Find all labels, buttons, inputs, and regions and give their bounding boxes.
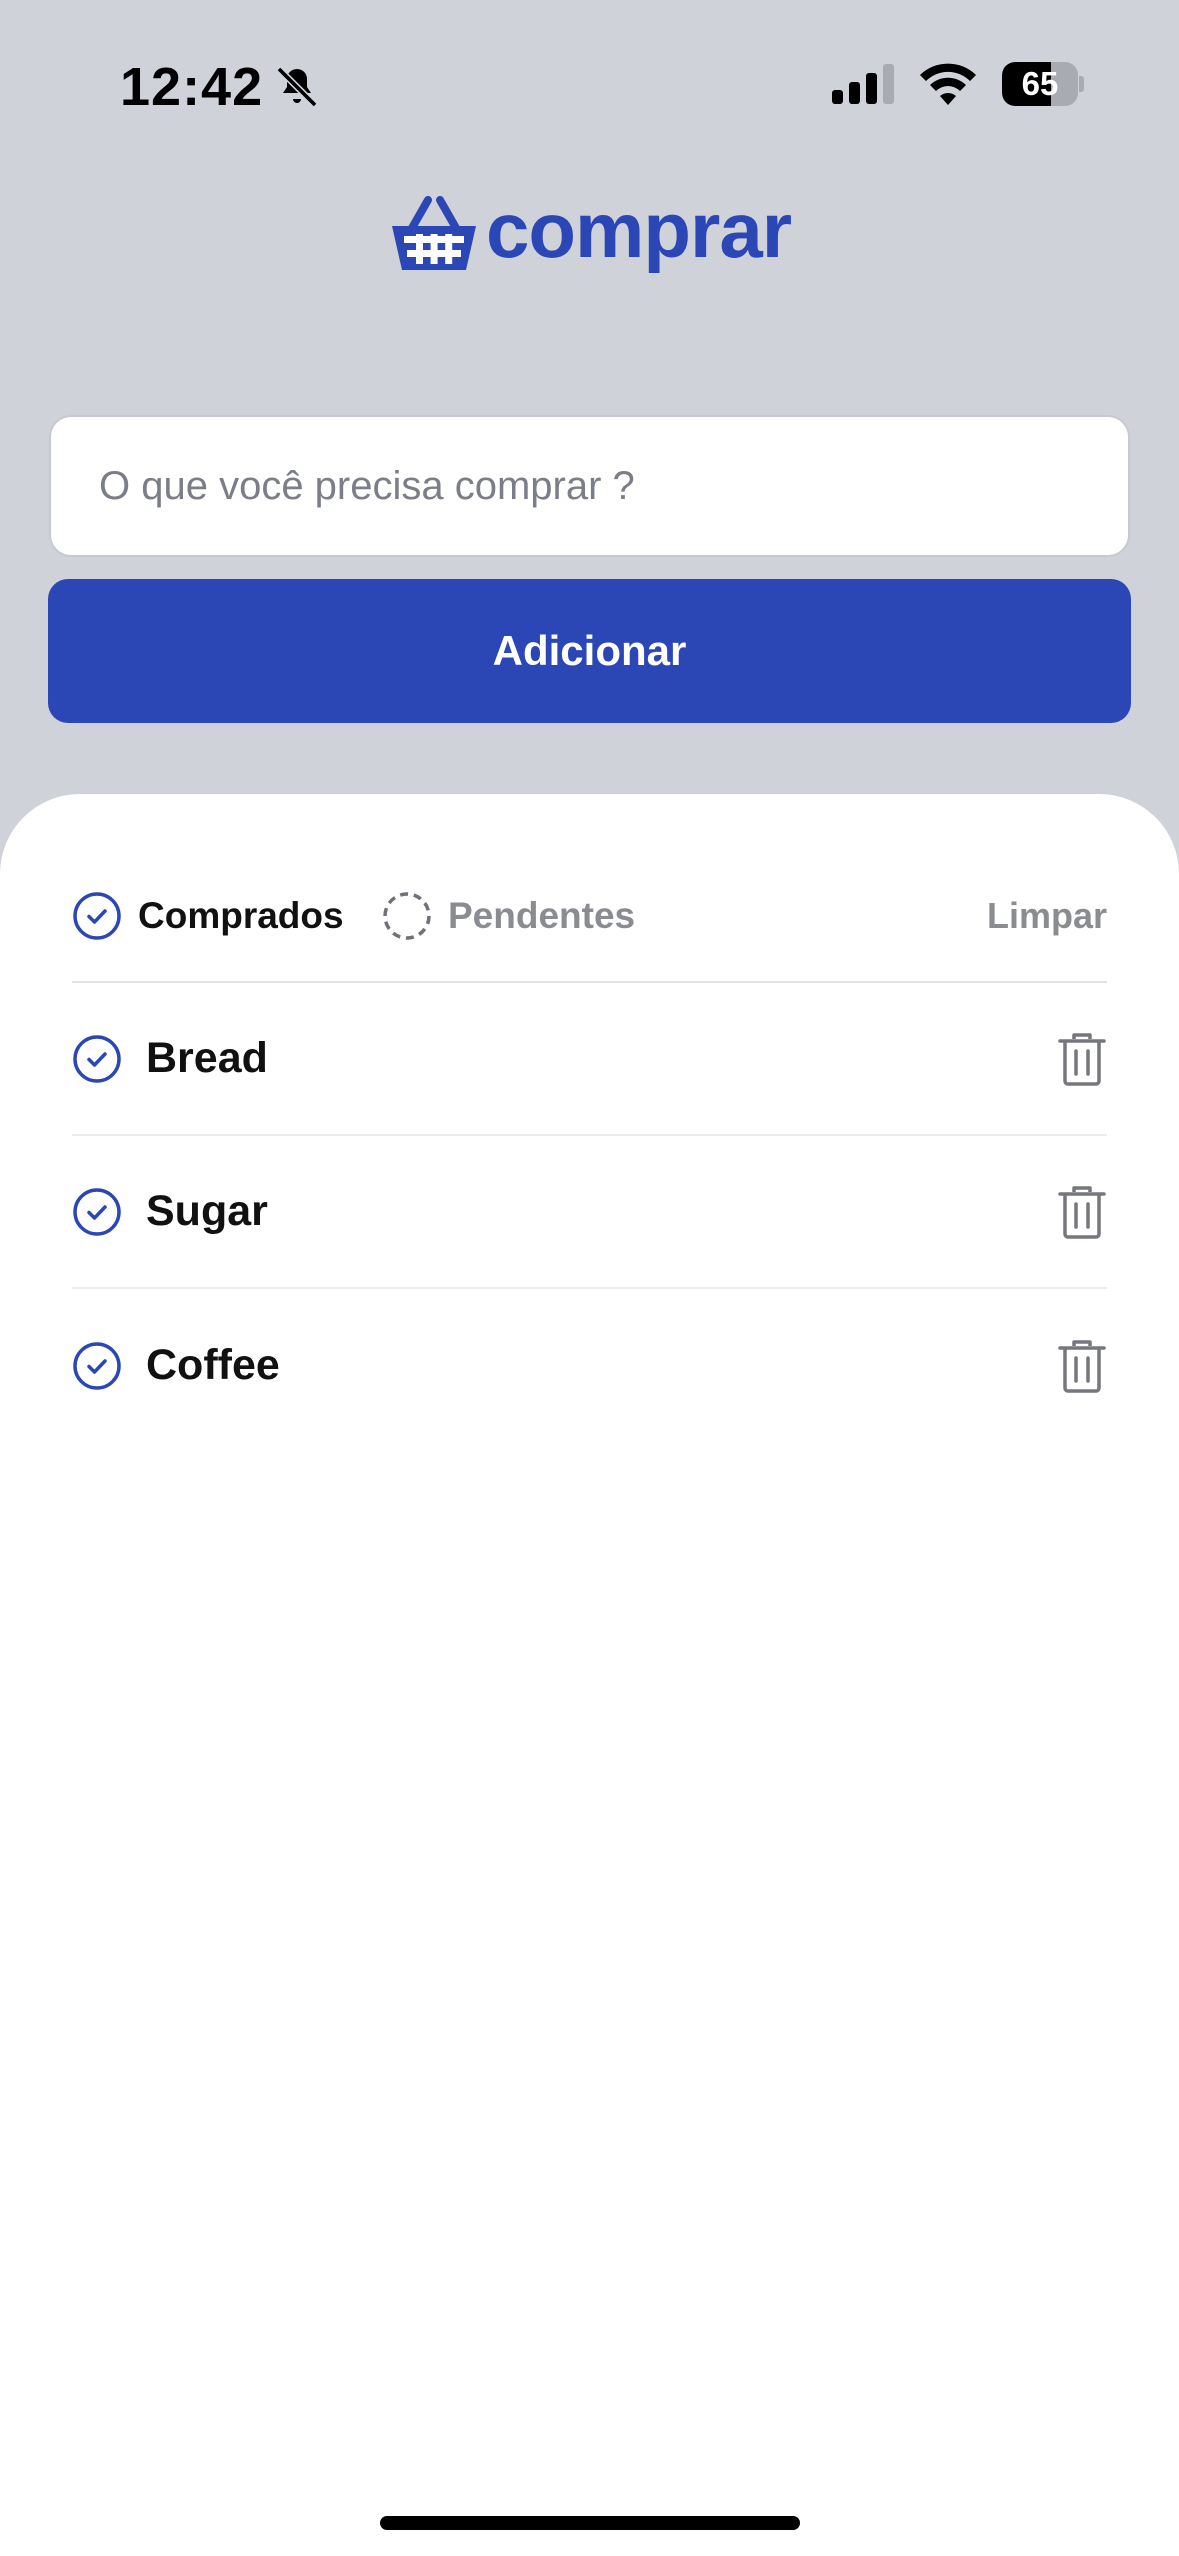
item-input[interactable] — [49, 415, 1130, 557]
item-name: Coffee — [146, 1341, 280, 1389]
filter-pending-label: Pendentes — [448, 895, 636, 936]
filter-bought-label: Comprados — [138, 895, 344, 936]
shopping-list-card: Comprados Pendentes Limpar Bread Sugar C… — [0, 794, 1179, 2556]
trash-icon[interactable] — [1057, 1184, 1107, 1240]
cellular-signal-icon — [832, 64, 894, 104]
status-indicators: 65 — [832, 62, 1084, 106]
list-item: Sugar — [72, 1136, 1107, 1289]
trash-icon[interactable] — [1057, 1338, 1107, 1394]
list-item: Coffee — [72, 1289, 1107, 1442]
check-circle-icon[interactable] — [72, 1341, 122, 1391]
item-list: Bread Sugar Coffee — [72, 983, 1107, 1442]
item-name: Bread — [146, 1034, 268, 1082]
filter-pending[interactable]: Pendentes — [382, 886, 635, 946]
dashed-circle-icon — [383, 892, 431, 940]
bell-slash-icon — [276, 66, 318, 108]
filter-bought[interactable]: Comprados — [72, 886, 344, 946]
check-circle-icon[interactable] — [72, 1187, 122, 1237]
add-button[interactable]: Adicionar — [48, 579, 1131, 723]
item-name: Sugar — [146, 1187, 268, 1235]
logo-text: comprar — [485, 186, 792, 274]
battery-level: 65 — [1021, 65, 1059, 102]
home-indicator[interactable] — [380, 2516, 800, 2530]
check-circle-icon — [73, 892, 121, 940]
clear-button[interactable]: Limpar — [987, 886, 1107, 946]
status-time: 12:42 — [120, 57, 264, 117]
list-item: Bread — [72, 983, 1107, 1136]
check-circle-icon[interactable] — [72, 1034, 122, 1084]
battery-icon: 65 — [1002, 62, 1084, 106]
status-bar: 12:42 65 — [0, 0, 1179, 170]
filter-bar: Comprados Pendentes Limpar — [72, 886, 1107, 946]
basket-icon — [391, 196, 476, 270]
trash-icon[interactable] — [1057, 1031, 1107, 1087]
app-logo: comprar — [0, 191, 1179, 276]
wifi-icon — [920, 63, 976, 105]
status-time-group: 12:42 — [120, 56, 321, 118]
